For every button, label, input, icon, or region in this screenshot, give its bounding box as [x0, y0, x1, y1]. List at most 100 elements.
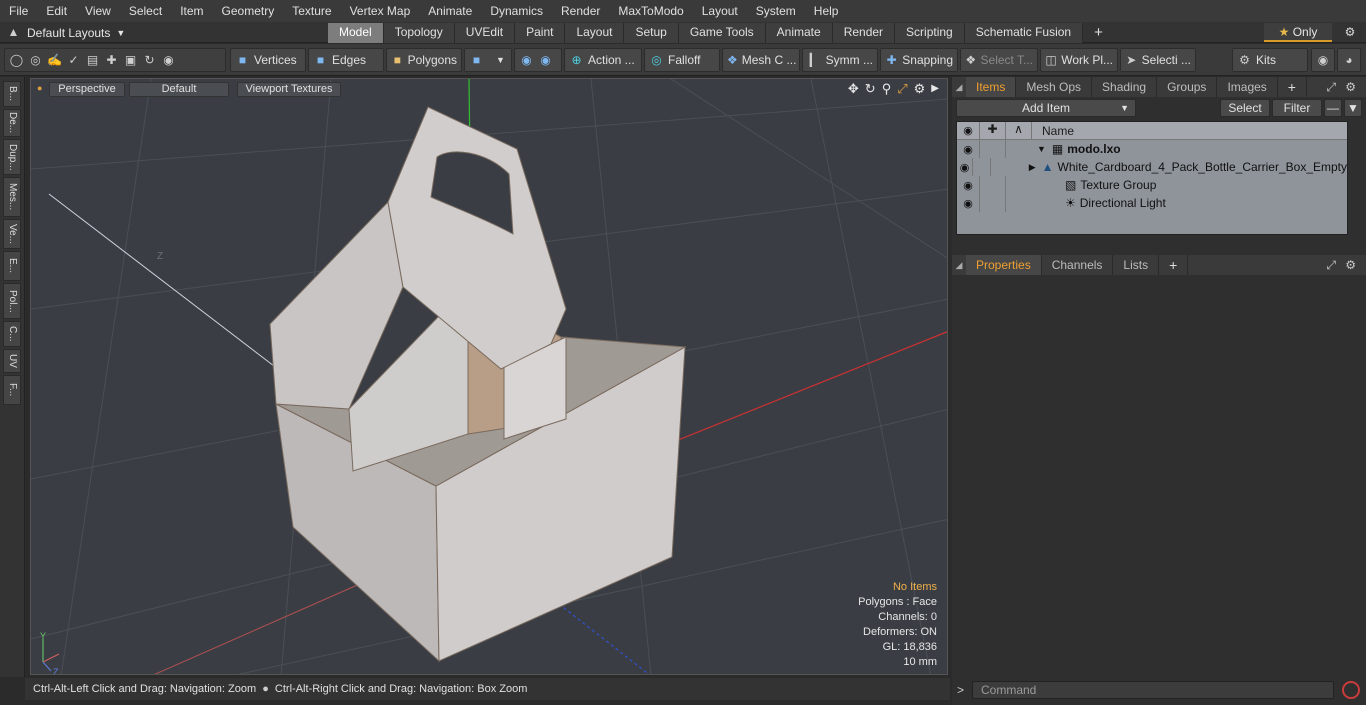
action-center-button[interactable]: ⊕ Action ...	[564, 48, 642, 72]
tab-deform[interactable]: De...	[3, 109, 21, 137]
panel-menu-icon[interactable]: ◢	[952, 82, 966, 93]
selection-sets-button[interactable]: ➤ Selecti ...	[1120, 48, 1196, 72]
material-mode-button[interactable]: ■ ▼	[464, 48, 512, 72]
menu-layout[interactable]: Layout	[693, 0, 747, 22]
tree-row-scene[interactable]: ◉ ▼ ▦ modo.lxo	[957, 140, 1347, 158]
tab-schematic-fusion[interactable]: Schematic Fusion	[964, 23, 1084, 43]
add-panel-tab-button[interactable]: +	[1159, 255, 1189, 275]
visibility-column-icon[interactable]: ◉	[957, 124, 979, 137]
menu-select[interactable]: Select	[120, 0, 171, 22]
tab-images[interactable]: Images	[1217, 77, 1278, 97]
tab-items[interactable]: Items	[966, 77, 1017, 97]
tab-lists[interactable]: Lists	[1113, 255, 1160, 275]
globe-icon[interactable]: ◎	[28, 53, 43, 68]
tab-groups[interactable]: Groups	[1157, 77, 1218, 97]
align-icon[interactable]: ▤	[85, 53, 100, 68]
select-button[interactable]: Select	[1220, 99, 1270, 117]
box-icon[interactable]: ▣	[123, 53, 138, 68]
sphere-select-icon[interactable]: ◉	[538, 53, 553, 68]
viewport-scene[interactable]: Z Y Z	[31, 79, 948, 675]
menu-vertex-map[interactable]: Vertex Map	[341, 0, 420, 22]
edges-button[interactable]: ■ Edges	[308, 48, 384, 72]
expand-triangle-icon[interactable]: ▶	[1009, 162, 1036, 173]
sphere-icon[interactable]: ◉	[519, 53, 534, 68]
tab-shading[interactable]: Shading	[1092, 77, 1158, 97]
expand-panel-icon[interactable]: ⤢	[1326, 258, 1336, 273]
view-mode-dropdown[interactable]: Perspective	[49, 82, 125, 97]
work-plane-button[interactable]: ◫ Work Pl...	[1040, 48, 1118, 72]
tab-duplicate[interactable]: Dup...	[3, 139, 21, 175]
menu-geometry[interactable]: Geometry	[213, 0, 284, 22]
symmetry-button[interactable]: ▎ Symm ...	[802, 48, 878, 72]
move-icon[interactable]: ✥	[848, 81, 859, 97]
tab-mesh-edit[interactable]: Mes...	[3, 177, 21, 217]
panel-menu-icon[interactable]: ◢	[952, 260, 966, 271]
collapse-triangle-icon[interactable]: ▼	[1031, 144, 1046, 154]
menu-animate[interactable]: Animate	[419, 0, 481, 22]
tab-channels[interactable]: Channels	[1042, 255, 1114, 275]
menu-render[interactable]: Render	[552, 0, 609, 22]
falloff-button[interactable]: ◎ Falloff	[644, 48, 720, 72]
tab-render[interactable]: Render	[832, 23, 896, 43]
tab-game-tools[interactable]: Game Tools	[678, 23, 766, 43]
orbit-icon[interactable]: ↻	[865, 81, 876, 97]
tab-curve[interactable]: C...	[3, 321, 21, 347]
menu-view[interactable]: View	[76, 0, 120, 22]
tree-row-light[interactable]: ◉ ☀ Directional Light	[957, 194, 1347, 212]
only-button[interactable]: ★ Only	[1264, 23, 1332, 42]
render-column-icon[interactable]: ∧	[1005, 122, 1031, 140]
menu-file[interactable]: File	[0, 0, 37, 22]
rotate-icon[interactable]: ↻	[142, 53, 157, 68]
tab-fusion[interactable]: F...	[3, 375, 21, 405]
menu-dynamics[interactable]: Dynamics	[481, 0, 552, 22]
tab-basic[interactable]: B...	[3, 81, 21, 107]
lock-column-icon[interactable]: ✚	[979, 122, 1005, 140]
add-tab-button[interactable]: +	[1083, 23, 1114, 43]
viewport-3d[interactable]: Z Y Z ● Perspective Default Viewport Tex…	[30, 78, 948, 675]
play-arrow-icon[interactable]: ▶	[931, 81, 939, 97]
unity-button[interactable]: ◉	[1311, 48, 1335, 72]
eye-icon[interactable]: ◉	[957, 197, 979, 210]
tab-model[interactable]: Model	[328, 23, 384, 43]
circle-select-icon[interactable]: ◯	[9, 53, 24, 68]
tab-edge[interactable]: E...	[3, 251, 21, 281]
tab-setup[interactable]: Setup	[624, 23, 679, 43]
expand-panel-icon[interactable]: ⤢	[1326, 80, 1336, 95]
add-item-dropdown[interactable]: Add Item ▼	[956, 99, 1136, 117]
tab-uvedit[interactable]: UVEdit	[454, 23, 516, 43]
menu-edit[interactable]: Edit	[37, 0, 76, 22]
tree-row-mesh[interactable]: ◉ ▶ ▲ White_Cardboard_4_Pack_Bottle_Carr…	[957, 158, 1347, 176]
zoom-icon[interactable]: ⚲	[882, 81, 892, 97]
eye-icon[interactable]: ◉	[957, 161, 972, 174]
mesh-constraint-button[interactable]: ❖ Mesh C ...	[722, 48, 800, 72]
funnel-icon[interactable]: ▼	[1344, 99, 1362, 117]
vertices-button[interactable]: ■ Vertices	[230, 48, 306, 72]
record-icon[interactable]	[1342, 681, 1360, 699]
filter-button[interactable]: Filter	[1272, 99, 1322, 117]
tab-layout[interactable]: Layout	[565, 23, 625, 43]
eye-icon[interactable]: ◉	[957, 143, 979, 156]
viewport-gear-icon[interactable]: ⚙	[914, 81, 926, 97]
tab-properties[interactable]: Properties	[966, 255, 1042, 275]
tab-polygon[interactable]: Pol...	[3, 283, 21, 319]
panel-gear-icon[interactable]: ⚙	[1345, 258, 1356, 272]
collapse-arrow-icon[interactable]: ▲	[6, 25, 21, 40]
menu-item[interactable]: Item	[171, 0, 212, 22]
name-column-header[interactable]: Name	[1031, 122, 1347, 140]
unreal-button[interactable]: ◕	[1337, 48, 1361, 72]
tab-vertex[interactable]: Ve...	[3, 219, 21, 249]
tab-paint[interactable]: Paint	[515, 23, 566, 43]
carrier-box-model[interactable]	[269, 106, 687, 663]
shading-dropdown[interactable]: Default	[129, 82, 229, 97]
texture-mode-dropdown[interactable]: Viewport Textures	[237, 82, 341, 97]
panel-gear-icon[interactable]: ⚙	[1345, 80, 1356, 94]
menu-help[interactable]: Help	[805, 0, 848, 22]
gear-icon[interactable]: ⚙	[1338, 23, 1362, 42]
menu-maxtomodo[interactable]: MaxToModo	[609, 0, 692, 22]
tab-animate[interactable]: Animate	[765, 23, 833, 43]
tab-topology[interactable]: Topology	[383, 23, 455, 43]
viewport-dot-icon[interactable]: ●	[37, 83, 42, 93]
polygons-button[interactable]: ■ Polygons	[386, 48, 462, 72]
kits-button[interactable]: ⚙ Kits	[1232, 48, 1308, 72]
snapping-button[interactable]: ✚ Snapping	[880, 48, 958, 72]
